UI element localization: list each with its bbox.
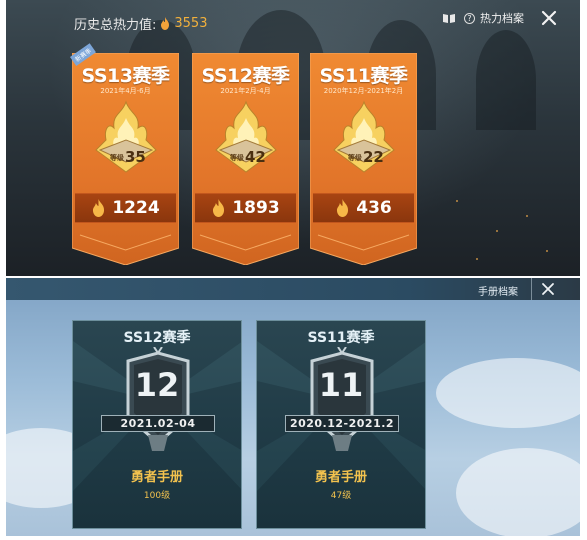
pass-grade: 47级 <box>330 491 352 501</box>
heat-archive-link[interactable]: ? 热力档案 <box>442 10 524 26</box>
season-dates: 2020年12月-2021年2月 <box>323 87 404 95</box>
pass-level: 12 <box>134 366 180 404</box>
background-cloud <box>436 358 580 428</box>
season-title: SS13赛季 <box>81 65 170 87</box>
close-icon[interactable] <box>538 280 558 298</box>
flame-icon <box>337 199 349 217</box>
pass-name: 勇者手册 <box>130 470 183 485</box>
season-card-ss11[interactable]: SS11赛季 2020年12月-2021年2月 等级 22 436 <box>310 53 417 265</box>
ember <box>476 258 478 260</box>
rank-emblem-icon <box>215 100 277 173</box>
pass-archive-header: 手册档案 <box>6 278 580 300</box>
help-icon[interactable]: ? <box>464 12 475 24</box>
season-dates: 2021年4月-6月 <box>100 87 151 95</box>
rank-emblem-icon <box>95 100 157 173</box>
close-icon[interactable] <box>539 8 559 28</box>
season-heat-bar: 1224 <box>75 193 176 223</box>
pass-name: 勇者手册 <box>314 470 367 485</box>
ember <box>526 215 528 217</box>
pass-archive-label: 手册档案 <box>478 287 518 298</box>
season-card-ss13[interactable]: 新赛季 SS13赛季 2021年4月-6月 等级 35 1224 <box>70 43 179 265</box>
book-icon[interactable] <box>442 13 456 24</box>
rank-label: 等级 <box>230 154 244 162</box>
season-title: SS12赛季 <box>201 65 290 87</box>
flame-icon <box>93 199 105 217</box>
ember <box>546 250 548 252</box>
pass-date: 2021.02-04 <box>101 415 215 432</box>
pass-card-ss11[interactable]: SS11赛季 11 2020.12-2021.2 勇者手册 47级 <box>256 320 426 529</box>
heat-archive-panel: 历史总热力值: 3553 ? 热力档案 新赛季 SS13赛季 2021年4月-6… <box>6 0 580 276</box>
ember <box>456 200 458 202</box>
pass-title: SS11赛季 <box>307 330 375 346</box>
header-divider <box>531 278 532 300</box>
background-cloud <box>456 448 580 536</box>
season-heat-value: 436 <box>356 198 392 218</box>
pass-level: 11 <box>318 366 364 404</box>
season-heat-bar: 1893 <box>195 193 296 223</box>
season-dates: 2021年2月-4月 <box>220 87 271 95</box>
total-heat-row: 历史总热力值: 3553 <box>74 14 207 33</box>
season-heat-value: 1893 <box>232 198 280 218</box>
rank-value: 42 <box>245 148 266 166</box>
season-title: SS11赛季 <box>319 65 408 87</box>
heat-archive-label[interactable]: 热力档案 <box>480 10 524 26</box>
rank-emblem-icon <box>333 100 395 173</box>
total-heat-label: 历史总热力值: <box>74 18 157 33</box>
background-arch <box>476 30 536 130</box>
ember <box>496 230 498 232</box>
rank-label: 等级 <box>348 154 362 162</box>
season-heat-bar: 436 <box>313 193 414 223</box>
total-heat-value: 3553 <box>174 16 208 31</box>
rank-label: 等级 <box>110 154 124 162</box>
pass-title: SS12赛季 <box>123 330 191 346</box>
rank-value: 35 <box>125 148 146 166</box>
flame-icon <box>161 17 170 30</box>
pass-date: 2020.12-2021.2 <box>285 415 399 432</box>
season-card-ss12[interactable]: SS12赛季 2021年2月-4月 等级 42 1893 <box>192 53 299 265</box>
pass-grade: 100级 <box>143 491 171 501</box>
pass-archive-panel: 手册档案 SS12赛季 12 2021.02-04 勇者手册 100级 SS11… <box>6 278 580 536</box>
flame-icon <box>213 199 225 217</box>
season-heat-value: 1224 <box>112 198 160 218</box>
rank-value: 22 <box>363 148 384 166</box>
pass-card-ss12[interactable]: SS12赛季 12 2021.02-04 勇者手册 100级 <box>72 320 242 529</box>
